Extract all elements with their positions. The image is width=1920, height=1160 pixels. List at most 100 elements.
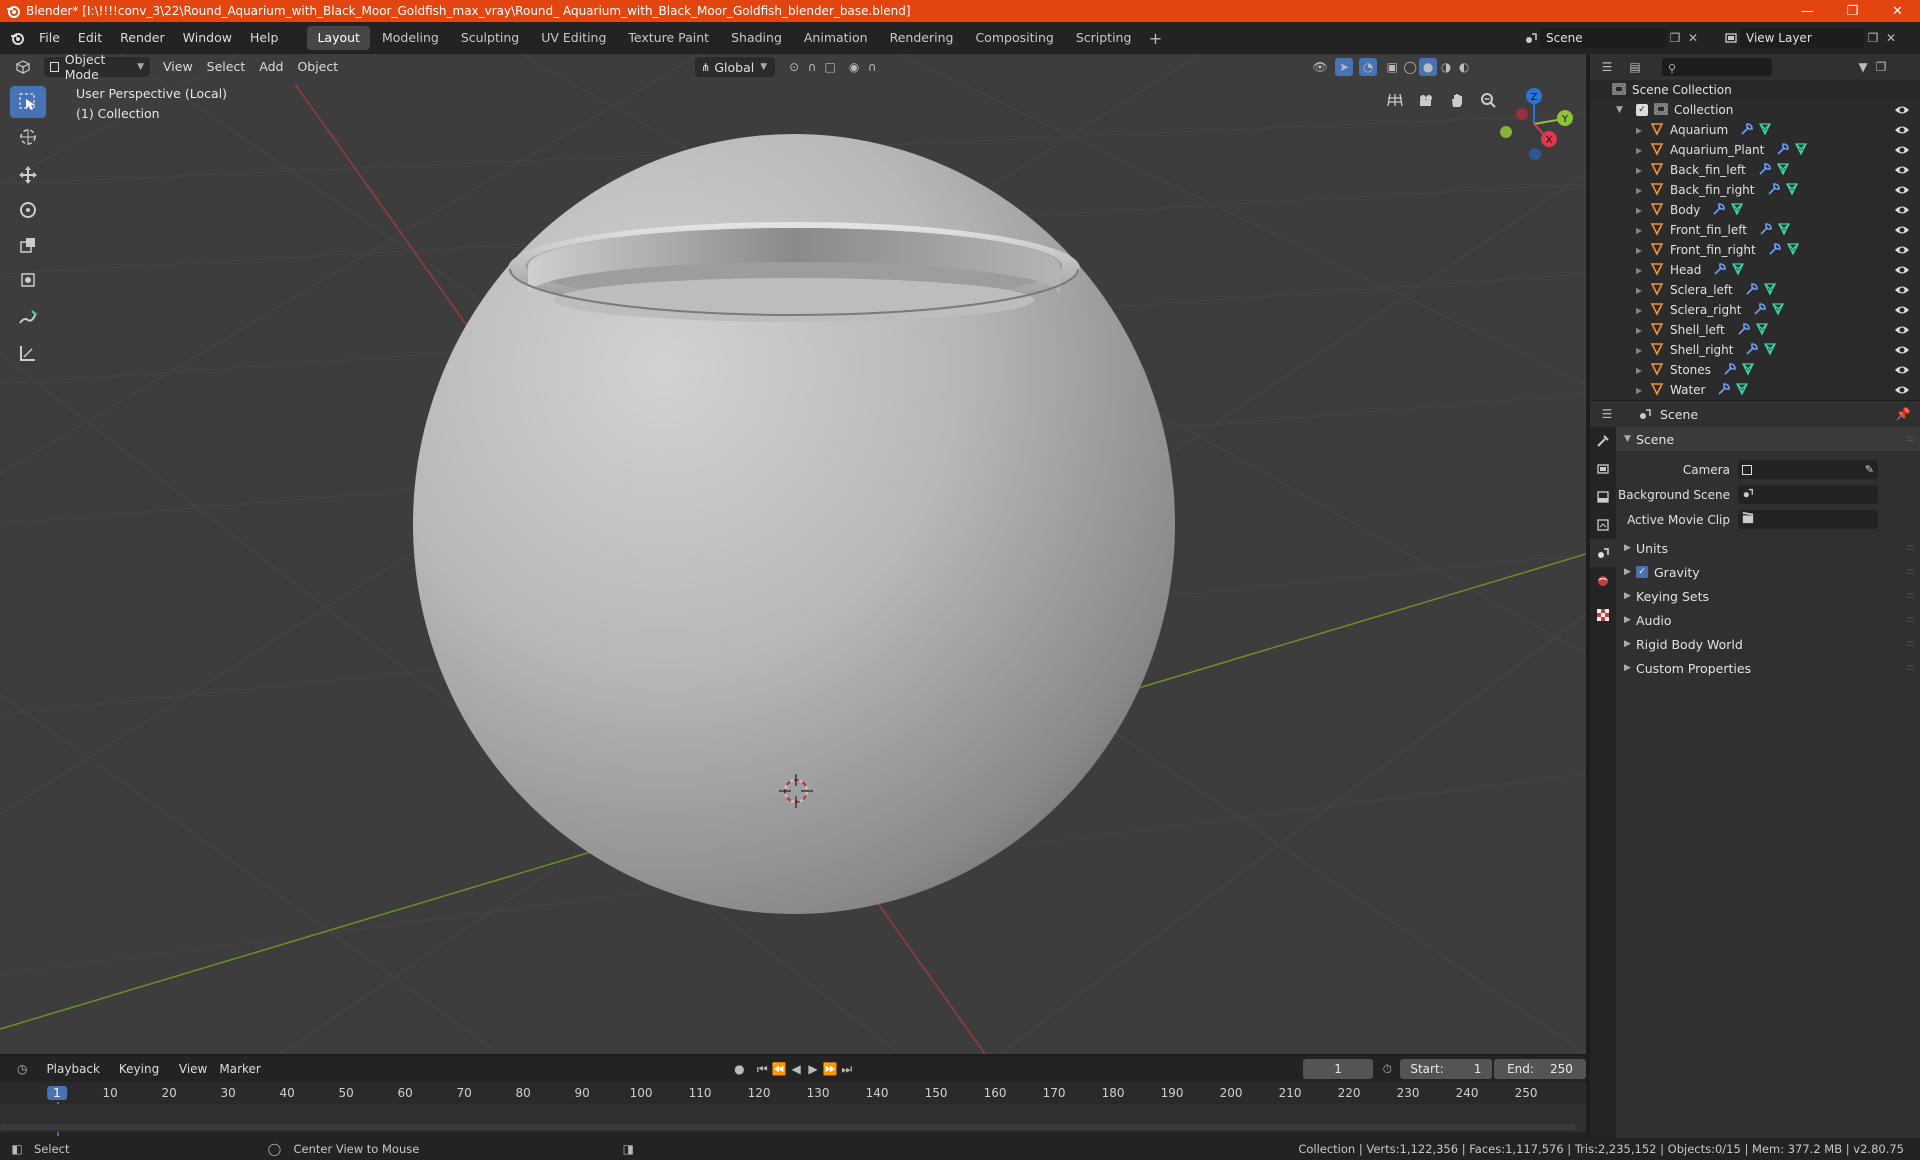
mesh-data-icon[interactable] [1730, 202, 1744, 219]
mesh-data-icon[interactable] [1794, 142, 1808, 159]
collapsed-arrow-icon[interactable]: ▶ [1636, 166, 1648, 175]
eye-icon[interactable] [1894, 282, 1910, 298]
background-scene-field[interactable] [1738, 485, 1878, 504]
collapsed-arrow-icon[interactable]: ▶ [1636, 286, 1648, 295]
tab-shading[interactable]: Shading [721, 26, 792, 50]
annotate-tool-icon[interactable] [10, 302, 46, 334]
scene-tab-icon[interactable] [1590, 539, 1616, 567]
snap-icon[interactable]: ∩ [803, 58, 821, 76]
material-shading-icon[interactable]: ◑ [1437, 58, 1455, 76]
expand-arrow-icon[interactable]: ▼ [1616, 105, 1628, 115]
modifier-icon[interactable] [1717, 382, 1731, 399]
mesh-data-icon[interactable] [1776, 162, 1790, 179]
collapsed-arrow-icon[interactable]: ▶ [1636, 386, 1648, 395]
outliner-object-row[interactable]: ▶ Aquarium_Plant [1590, 140, 1920, 160]
scene-name-field[interactable]: Scene [1540, 28, 1666, 48]
eye-icon[interactable] [1894, 242, 1910, 258]
eye-icon[interactable] [1894, 182, 1910, 198]
eye-icon[interactable] [1894, 102, 1910, 118]
mesh-data-icon[interactable] [1758, 122, 1772, 139]
viewport-canvas[interactable]: Z Y X [0, 54, 1586, 1054]
timeline-scrollbar[interactable] [0, 1124, 1576, 1130]
grid-view-icon[interactable] [1381, 86, 1409, 114]
drag-handle-icon[interactable]: :::: [1906, 591, 1915, 601]
modifier-icon[interactable] [1767, 182, 1781, 199]
timeline-track[interactable] [0, 1104, 1586, 1132]
timeline-menu-keying[interactable]: Keying ▼ [113, 1059, 173, 1096]
eye-icon[interactable] [1894, 162, 1910, 178]
rendered-shading-icon[interactable]: ◐ [1455, 58, 1473, 76]
timeline-menu-view[interactable]: View [173, 1059, 213, 1079]
eye-icon[interactable] [1894, 322, 1910, 338]
output-tab-icon[interactable] [1590, 483, 1616, 511]
timeline-menu-playback[interactable]: Playback ▼ [40, 1059, 112, 1096]
tab-layout[interactable]: Layout [307, 26, 370, 50]
eye-icon[interactable] [1894, 202, 1910, 218]
close-button[interactable]: ✕ [1875, 0, 1920, 22]
collapsed-arrow-icon[interactable]: ▶ [1636, 146, 1648, 155]
modifier-icon[interactable] [1776, 142, 1790, 159]
viewport-menu-object[interactable]: Object [290, 57, 345, 77]
filter-icon[interactable]: ▼ [1854, 58, 1872, 76]
eye-icon[interactable] [1894, 362, 1910, 378]
collapsed-arrow-icon[interactable]: ▶ [1636, 226, 1648, 235]
timeline-menu-marker[interactable]: Marker [213, 1059, 266, 1079]
snap-target-icon[interactable]: □ [821, 58, 839, 76]
gravity-checkbox[interactable]: ✓ [1636, 566, 1648, 578]
tab-modeling[interactable]: Modeling [372, 26, 449, 50]
timeline-editor-icon[interactable]: ◷ [10, 1060, 34, 1078]
camera-view-icon[interactable] [1412, 86, 1440, 114]
overlay-toggle-icon[interactable]: ◔ [1359, 58, 1378, 76]
outliner-object-row[interactable]: ▶ Sclera_right [1590, 300, 1920, 320]
collapsed-arrow-icon[interactable]: ▶ [1636, 246, 1648, 255]
transform-tool-icon[interactable] [10, 264, 46, 296]
mesh-data-icon[interactable] [1735, 382, 1749, 399]
mesh-data-icon[interactable] [1741, 362, 1755, 379]
modifier-icon[interactable] [1723, 362, 1737, 379]
pan-view-icon[interactable] [1443, 86, 1471, 114]
menu-window[interactable]: Window [174, 22, 241, 54]
outliner-object-row[interactable]: ▶ Front_fin_right [1590, 240, 1920, 260]
add-workspace-button[interactable]: + [1143, 29, 1167, 48]
collapsed-arrow-icon[interactable]: ▶ [1636, 266, 1648, 275]
world-tab-icon[interactable] [1590, 567, 1616, 595]
outliner-object-row[interactable]: ▶ Shell_left [1590, 320, 1920, 340]
eyedropper-icon[interactable]: ✎ [1865, 463, 1874, 476]
record-icon[interactable]: ● [731, 1060, 748, 1078]
transform-orientation-dropdown[interactable]: ⋔ Global ▼ [695, 57, 776, 77]
collapsed-arrow-icon[interactable]: ▶ [1636, 346, 1648, 355]
mesh-data-icon[interactable] [1786, 242, 1800, 259]
outliner-scene-collection[interactable]: Scene Collection [1590, 80, 1920, 100]
mesh-data-icon[interactable] [1755, 322, 1769, 339]
tab-sculpting[interactable]: Sculpting [451, 26, 529, 50]
display-mode-icon[interactable]: ▤ [1626, 58, 1644, 76]
pivot-point-icon[interactable]: ⊙ [785, 58, 803, 76]
eye-icon[interactable] [1894, 142, 1910, 158]
mesh-data-icon[interactable] [1763, 342, 1777, 359]
current-frame-field[interactable]: 1 [1303, 1059, 1373, 1079]
properties-editor-icon[interactable]: ☰ [1598, 405, 1616, 423]
custom-properties-panel-header[interactable]: ▶ Custom Properties :::: [1616, 656, 1920, 680]
modifier-icon[interactable] [1745, 282, 1759, 299]
viewport-menu-select[interactable]: Select [200, 57, 253, 77]
3d-viewport[interactable]: Z Y X Object Mode ▼ View Select Add Obje… [0, 54, 1586, 1054]
mesh-data-icon[interactable] [1763, 282, 1777, 299]
tab-texture-paint[interactable]: Texture Paint [618, 26, 719, 50]
tab-scripting[interactable]: Scripting [1066, 26, 1142, 50]
outliner-object-row[interactable]: ▶ Aquarium [1590, 120, 1920, 140]
modifier-icon[interactable] [1768, 242, 1782, 259]
new-scene-icon[interactable]: ❐ [1666, 29, 1684, 47]
mesh-data-icon[interactable] [1785, 182, 1799, 199]
prev-keyframe-icon[interactable]: ⏪ [771, 1060, 788, 1078]
tool-tab-icon[interactable] [1590, 427, 1616, 455]
eye-icon[interactable] [1894, 302, 1910, 318]
eye-icon[interactable] [1894, 262, 1910, 278]
stopwatch-icon[interactable]: ⏱ [1379, 1060, 1396, 1078]
drag-handle-icon[interactable]: :::: [1906, 543, 1915, 553]
menu-file[interactable]: File [30, 22, 69, 54]
move-tool-icon[interactable] [10, 159, 46, 191]
tab-rendering[interactable]: Rendering [880, 26, 964, 50]
rotate-tool-icon[interactable] [10, 194, 46, 226]
collapsed-arrow-icon[interactable]: ▶ [1636, 306, 1648, 315]
modifier-icon[interactable] [1745, 342, 1759, 359]
